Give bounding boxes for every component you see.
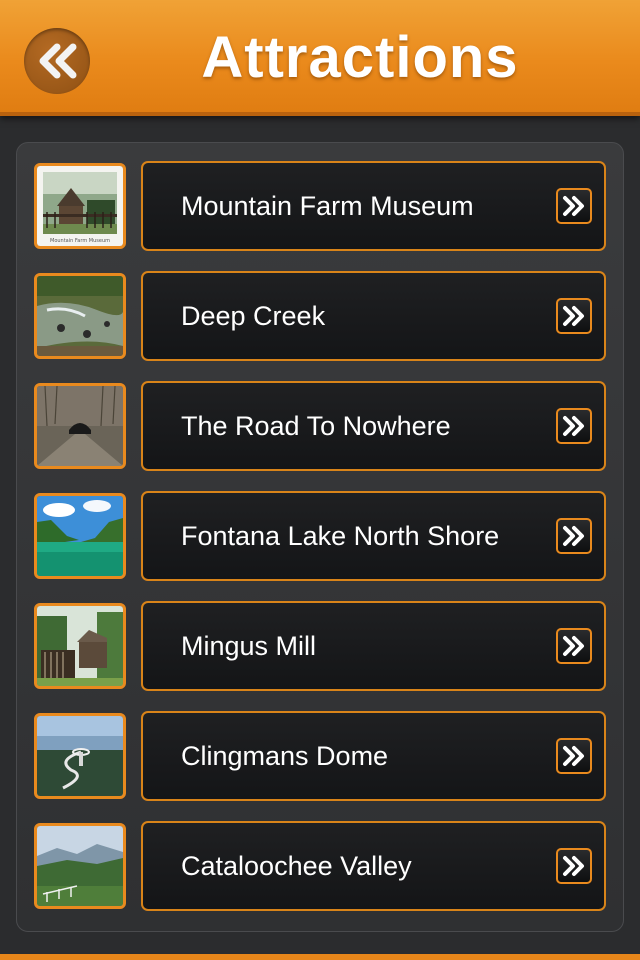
list-item[interactable]: The Road To Nowhere — [34, 381, 608, 473]
list-item[interactable]: Fontana Lake North Shore — [34, 491, 608, 583]
attraction-label: The Road To Nowhere — [181, 411, 451, 441]
header-bar: Attractions — [0, 0, 640, 116]
attraction-button[interactable]: The Road To Nowhere — [141, 381, 606, 471]
valley-thumbnail — [34, 823, 126, 909]
attraction-button[interactable]: Cataloochee Valley — [141, 821, 606, 911]
list-item[interactable]: Cataloochee Valley — [34, 821, 608, 913]
dome-thumbnail — [34, 713, 126, 799]
farm-museum-thumbnail: Mountain Farm Museum — [34, 163, 126, 249]
double-chevron-right-icon — [556, 408, 592, 444]
double-chevron-right-icon — [556, 738, 592, 774]
attraction-label: Mountain Farm Museum — [181, 191, 474, 221]
attraction-label: Deep Creek — [181, 301, 326, 331]
attraction-label: Mingus Mill — [181, 631, 317, 661]
attraction-label: Clingmans Dome — [181, 741, 389, 771]
back-button[interactable] — [24, 28, 90, 94]
lake-thumbnail — [34, 493, 126, 579]
double-chevron-right-icon — [556, 518, 592, 554]
thumb-caption: Mountain Farm Museum — [50, 238, 110, 244]
mill-thumbnail — [34, 603, 126, 689]
attraction-button[interactable]: Fontana Lake North Shore — [141, 491, 606, 581]
attraction-label: Cataloochee Valley — [181, 851, 412, 881]
double-chevron-right-icon — [556, 298, 592, 334]
page-title: Attractions — [201, 25, 519, 90]
bottom-bar — [0, 954, 640, 960]
list-item[interactable]: Mountain Farm Museum Mountain Farm Museu… — [34, 161, 608, 253]
attraction-button[interactable]: Mountain Farm Museum — [141, 161, 606, 251]
list-item[interactable]: Mingus Mill — [34, 601, 608, 693]
attraction-button[interactable]: Deep Creek — [141, 271, 606, 361]
double-chevron-right-icon — [556, 188, 592, 224]
tunnel-thumbnail — [34, 383, 126, 469]
double-chevron-left-icon — [35, 43, 79, 79]
double-chevron-right-icon — [556, 848, 592, 884]
attraction-button[interactable]: Clingmans Dome — [141, 711, 606, 801]
attraction-label: Fontana Lake North Shore — [181, 521, 500, 551]
list-item[interactable]: Clingmans Dome — [34, 711, 608, 803]
creek-thumbnail — [34, 273, 126, 359]
attraction-button[interactable]: Mingus Mill — [141, 601, 606, 691]
double-chevron-right-icon — [556, 628, 592, 664]
list-item[interactable]: Deep Creek — [34, 271, 608, 363]
